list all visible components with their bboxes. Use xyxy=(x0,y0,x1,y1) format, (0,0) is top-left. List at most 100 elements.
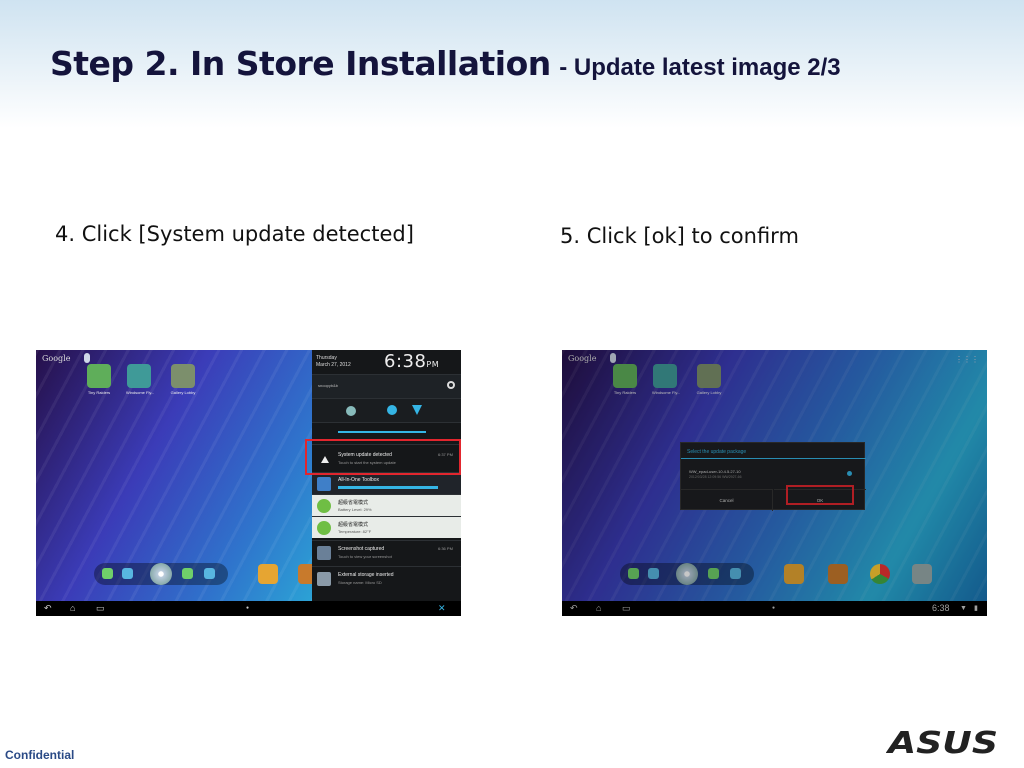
dock-button[interactable] xyxy=(122,568,133,579)
dock-button[interactable] xyxy=(730,568,741,579)
highlight-system-update xyxy=(305,439,461,475)
home-app-tile[interactable] xyxy=(258,564,278,584)
recent-apps-icon[interactable]: ▭ xyxy=(96,603,105,614)
cancel-button[interactable]: Cancel xyxy=(681,489,773,511)
app-tile xyxy=(87,364,111,388)
all-apps-button[interactable] xyxy=(150,563,172,585)
panel-day: Thursday xyxy=(316,355,337,361)
panel-time: 6:38 xyxy=(384,351,427,372)
asus-logo: ASUS xyxy=(886,728,998,758)
app-icon[interactable]: Tiny Raiders xyxy=(86,364,112,395)
dialog-divider xyxy=(681,458,866,459)
app-tile xyxy=(653,364,677,388)
progress-bar xyxy=(338,486,438,489)
quick-settings-row xyxy=(312,398,461,422)
dock-button[interactable] xyxy=(182,568,193,579)
notification-title: All-In-One Toolbox xyxy=(338,477,380,483)
sd-card-icon xyxy=(317,572,331,586)
notification-item[interactable]: Screenshot captured Touch to view your s… xyxy=(312,540,461,566)
notification-title: 超級省電模式 xyxy=(338,522,369,528)
wifi-toggle-icon[interactable] xyxy=(412,405,422,415)
home-icon[interactable]: ⌂ xyxy=(70,603,75,614)
chrome-icon[interactable] xyxy=(870,564,890,584)
dock-button[interactable] xyxy=(648,568,659,579)
home-app-tile[interactable] xyxy=(784,564,804,584)
brightness-slider[interactable] xyxy=(338,431,426,433)
mic-icon[interactable] xyxy=(610,353,616,363)
slide-title: Step 2. In Store Installation - Update l… xyxy=(50,44,841,83)
app-label: Tiny Raiders xyxy=(613,390,637,395)
notification-item[interactable]: External storage inserted Storage name: … xyxy=(312,566,461,592)
dialog-title: Select the update package xyxy=(687,449,747,455)
navigation-bar: ↶ ⌂ ▭ ● 6:38 ▼ ▮ xyxy=(562,601,987,616)
app-dock xyxy=(620,563,754,585)
notification-subtitle: Storage name: Micro SD xyxy=(338,580,382,585)
screenshot-icon xyxy=(317,546,331,560)
dock-button[interactable] xyxy=(628,568,639,579)
app-icon[interactable]: Gallery Lobby xyxy=(170,364,196,395)
dock-button[interactable] xyxy=(708,568,719,579)
update-package-detail: 2012/03/28 12:09:56 WW2927-66 xyxy=(689,475,742,479)
step-4-caption: 4. Click [System update detected] xyxy=(55,222,414,246)
notification-title: Screenshot captured xyxy=(338,546,385,552)
settings-icon[interactable] xyxy=(447,381,455,389)
wifi-status-icon: ▼ xyxy=(960,605,967,612)
screenshot-update-dialog: Google ⋮⋮⋮ Tiny Raiders Windsome Fly... … xyxy=(562,350,987,616)
app-icon[interactable]: Windsome Fly... xyxy=(652,364,681,395)
app-tile xyxy=(697,364,721,388)
notification-time: 6:36 PM xyxy=(438,546,453,551)
navigation-bar: ↶ ⌂ ▭ ● ✕ xyxy=(36,601,461,616)
panel-date-text: March 27, 2012 xyxy=(316,362,351,368)
all-apps-grid-icon[interactable]: ⋮⋮⋮ xyxy=(955,355,979,364)
app-icon[interactable]: Gallery Lobby xyxy=(696,364,722,395)
home-icon[interactable]: ⌂ xyxy=(596,603,601,614)
google-search-label[interactable]: Google xyxy=(42,354,70,363)
step-5-caption: 5. Click [ok] to confirm xyxy=(560,224,799,248)
mic-icon[interactable] xyxy=(84,353,90,363)
notification-subtitle: Battery Level: 29% xyxy=(338,507,372,512)
highlight-ok-button xyxy=(786,485,854,505)
app-icon[interactable]: Tiny Raiders xyxy=(612,364,638,395)
notification-item[interactable]: 超級省電模式 Temperature: 82°F xyxy=(312,516,461,538)
notification-title: External storage inserted xyxy=(338,572,394,578)
title-main: Step 2. In Store Installation xyxy=(50,44,551,83)
all-apps-button[interactable] xyxy=(676,563,698,585)
notification-subtitle: Touch to view your screenshot xyxy=(338,554,392,559)
toolbox-icon xyxy=(317,477,331,491)
battery-icon xyxy=(317,499,331,513)
app-tile xyxy=(127,364,151,388)
brightness-row xyxy=(312,422,461,440)
back-icon[interactable]: ↶ xyxy=(44,603,52,614)
home-app-tile[interactable] xyxy=(828,564,848,584)
camera-icon[interactable] xyxy=(912,564,932,584)
status-time: 6:38 xyxy=(932,603,950,613)
google-search-label[interactable]: Google xyxy=(568,354,596,363)
app-icon[interactable]: Windsome Fly... xyxy=(126,364,155,395)
app-label: Gallery Lobby xyxy=(170,390,196,395)
confidential-label: Confidential xyxy=(5,748,75,762)
menu-dot-icon[interactable]: ● xyxy=(772,603,775,614)
app-tile xyxy=(171,364,195,388)
notification-subtitle: Temperature: 82°F xyxy=(338,529,372,534)
menu-dot-icon[interactable]: ● xyxy=(246,603,249,614)
quick-toggle-icon[interactable] xyxy=(346,406,356,416)
quick-toggle-icon[interactable] xyxy=(387,405,397,415)
dock-button[interactable] xyxy=(102,568,113,579)
app-label: Tiny Raiders xyxy=(87,390,111,395)
update-package-name[interactable]: WW_epad-user-10.4.5.27-10 xyxy=(689,469,741,474)
title-subtitle: - Update latest image 2/3 xyxy=(559,54,841,81)
dock-button[interactable] xyxy=(204,568,215,579)
wifi-row[interactable]: snoopyb&b xyxy=(312,374,461,398)
notification-panel: Thursday March 27, 2012 6:38PM snoopyb&b… xyxy=(312,350,461,601)
recent-apps-icon[interactable]: ▭ xyxy=(622,603,631,614)
notification-title: 超級省電模式 xyxy=(338,500,369,506)
close-icon[interactable]: ✕ xyxy=(438,603,446,614)
notification-item[interactable]: 超級省電模式 Battery Level: 29% xyxy=(312,494,461,516)
app-label: Windsome Fly... xyxy=(652,390,681,395)
notification-item[interactable]: All-In-One Toolbox xyxy=(312,472,461,494)
screenshot-notification-panel: Google Tiny Raiders Windsome Fly... Gall… xyxy=(36,350,461,616)
app-label: Windsome Fly... xyxy=(126,390,155,395)
back-icon[interactable]: ↶ xyxy=(570,603,578,614)
package-radio[interactable] xyxy=(847,471,852,476)
asus-logo-text: ASUS xyxy=(886,728,998,758)
